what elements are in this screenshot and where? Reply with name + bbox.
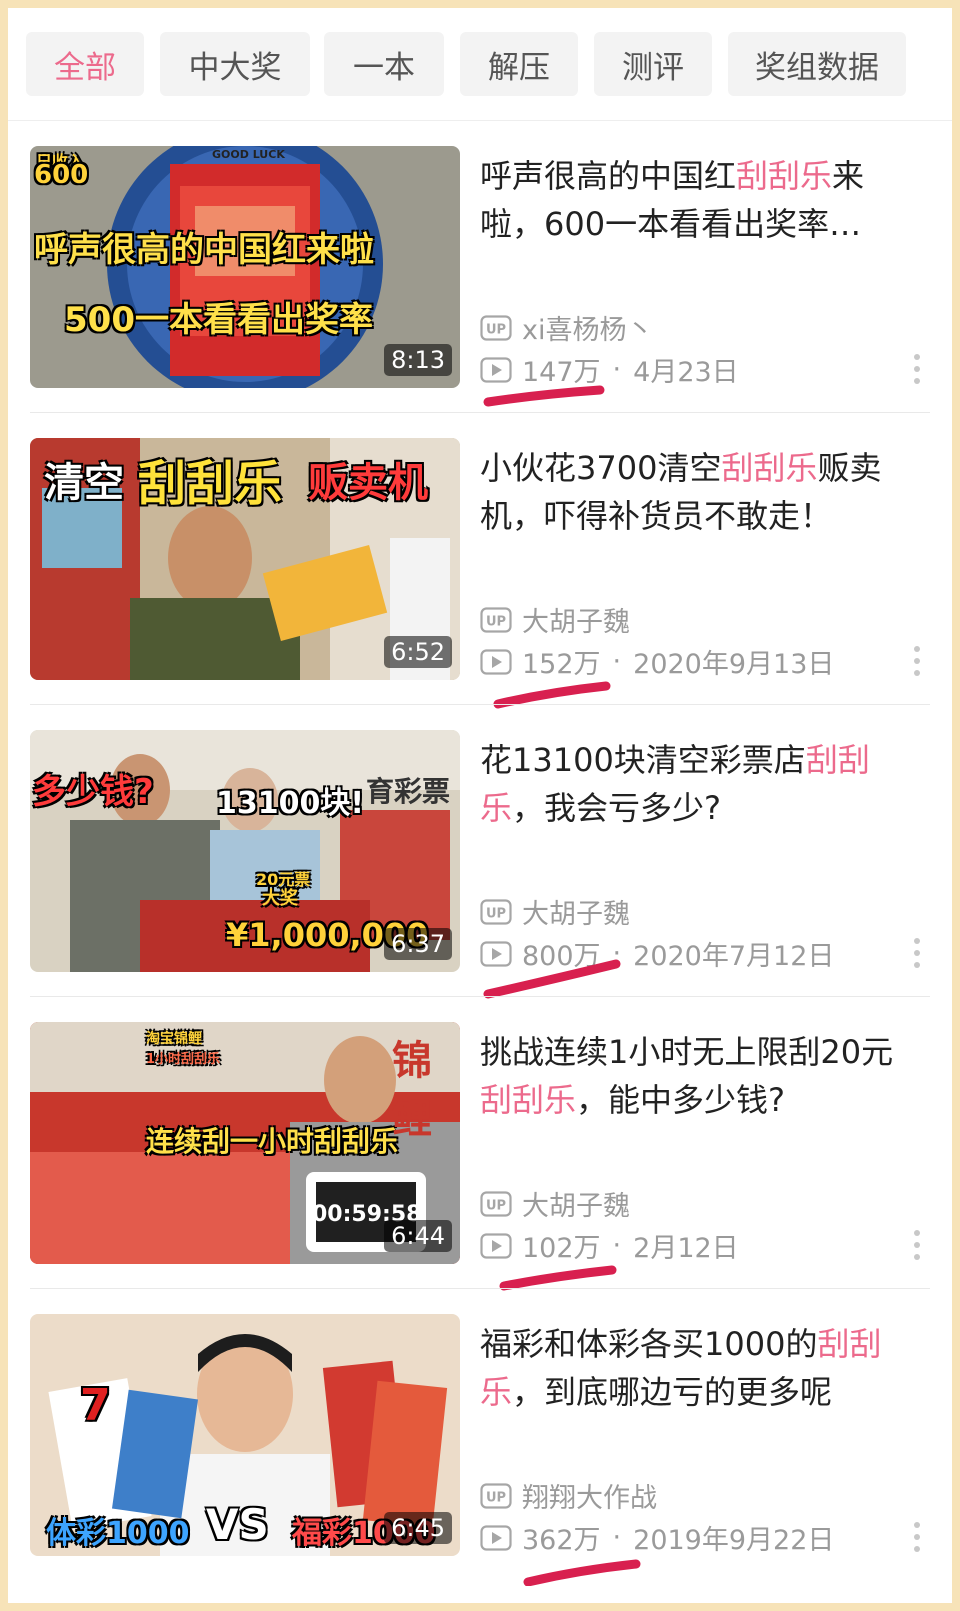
publish-date: 4月23日 <box>633 357 739 388</box>
video-title[interactable]: 福彩和体彩各买1000的刮刮乐，到底哪边亏的更多呢 <box>480 1320 920 1416</box>
thumb-caption: 体彩1000 <box>46 1516 190 1551</box>
svg-text:UP: UP <box>486 322 506 337</box>
category-tabs: 全部 中大奖 一本 解压 测评 奖组数据 <box>8 8 952 121</box>
play-count-icon <box>480 356 512 383</box>
thumb-caption: 大奖 <box>262 888 298 909</box>
video-item[interactable]: 7 体彩1000 VS 福彩1000 6:45 福彩和体彩各买1000的刮刮乐，… <box>8 1288 952 1603</box>
uploader-name[interactable]: xi喜杨杨丶 <box>522 308 653 347</box>
view-count: 152万 <box>522 649 601 680</box>
tab-review[interactable]: 测评 <box>594 32 712 96</box>
uploader-name[interactable]: 大胡子魏 <box>522 600 630 639</box>
thumb-caption: GOOD LUCK <box>212 148 285 161</box>
divider <box>30 704 930 705</box>
up-badge-icon: UP <box>480 606 512 633</box>
video-title[interactable]: 小伙花3700清空刮刮乐贩卖机，吓得补货员不敢走！ <box>480 444 920 540</box>
uploader-name[interactable]: 大胡子魏 <box>522 892 630 931</box>
publish-date: 2019年9月22日 <box>633 1525 835 1556</box>
hand-drawn-underline <box>483 385 605 407</box>
search-results-panel: 全部 中大奖 一本 解压 测评 奖组数据 日收入 600 GOOD LUCK 呼… <box>8 8 952 1603</box>
video-thumbnail[interactable]: 日收入 600 GOOD LUCK 呼声很高的中国红来啦 500一本看看出奖率 … <box>30 146 460 388</box>
tab-big-prize[interactable]: 中大奖 <box>160 32 310 96</box>
video-duration: 6:44 <box>384 1220 452 1252</box>
more-vertical-icon[interactable] <box>914 1230 920 1260</box>
video-thumbnail[interactable]: 淘宝锦鲤 1小时刮刮乐 连续刮一小时刮刮乐 锦鲤 00:59:58 6:44 <box>30 1022 460 1264</box>
thumb-caption: 1小时刮刮乐 <box>146 1052 221 1067</box>
video-duration: 6:45 <box>384 1512 452 1544</box>
thumb-caption: 贩卖机 <box>308 460 428 506</box>
video-title[interactable]: 花13100块清空彩票店刮刮乐，我会亏多少? <box>480 736 920 832</box>
thumb-caption: 清空 <box>44 460 124 506</box>
video-thumbnail[interactable]: 7 体彩1000 VS 福彩1000 6:45 <box>30 1314 460 1556</box>
video-item[interactable]: 淘宝锦鲤 1小时刮刮乐 连续刮一小时刮刮乐 锦鲤 00:59:58 6:44 挑… <box>8 996 952 1296</box>
uploader-row[interactable]: UP xi喜杨杨丶 <box>480 308 653 347</box>
play-count-icon <box>480 648 512 675</box>
divider <box>30 996 930 997</box>
thumb-caption: 多少钱? <box>32 772 154 812</box>
keyword-highlight: 刮刮乐 <box>736 157 833 195</box>
uploader-row[interactable]: UP 翔翔大作战 <box>480 1476 657 1515</box>
keyword-highlight: 刮刮乐 <box>480 1081 577 1119</box>
svg-text:UP: UP <box>486 906 506 921</box>
separator-dot: · <box>612 646 622 677</box>
view-count: 362万 <box>522 1525 601 1556</box>
tab-all[interactable]: 全部 <box>26 32 144 96</box>
uploader-name[interactable]: 大胡子魏 <box>522 1184 630 1223</box>
video-thumbnail[interactable]: 清空 刮刮乐 贩卖机 6:52 <box>30 438 460 680</box>
thumb-caption: 连续刮一小时刮刮乐 <box>146 1125 399 1158</box>
thumb-caption: 淘宝锦鲤 <box>146 1031 202 1047</box>
video-title[interactable]: 挑战连续1小时无上限刮20元刮刮乐，能中多少钱? <box>480 1028 920 1124</box>
stats-row: 152万 · 2020年9月13日 <box>480 642 834 681</box>
svg-text:UP: UP <box>486 1490 506 1505</box>
publish-date: 2月12日 <box>633 1233 739 1264</box>
video-duration: 6:37 <box>384 928 452 960</box>
svg-text:UP: UP <box>486 614 506 629</box>
video-duration: 8:13 <box>384 344 452 376</box>
thumb-caption: 13100块! <box>216 786 365 821</box>
thumb-caption: 500一本看看出奖率 <box>64 300 373 340</box>
more-vertical-icon[interactable] <box>914 354 920 384</box>
separator-dot: · <box>612 354 622 385</box>
publish-date: 2020年9月13日 <box>633 649 835 680</box>
video-item[interactable]: 清空 刮刮乐 贩卖机 6:52 小伙花3700清空刮刮乐贩卖机，吓得补货员不敢走… <box>8 412 952 712</box>
thumb-caption: VS <box>206 1500 269 1549</box>
divider <box>30 412 930 413</box>
play-count-icon <box>480 1524 512 1551</box>
thumb-caption: 锦鲤 <box>392 1038 432 1142</box>
up-badge-icon: UP <box>480 314 512 341</box>
more-vertical-icon[interactable] <box>914 938 920 968</box>
tab-prize-data[interactable]: 奖组数据 <box>728 32 906 96</box>
thumb-caption: 呼声很高的中国红来啦 <box>34 230 374 270</box>
thumb-caption: 7 <box>80 1380 111 1431</box>
more-vertical-icon[interactable] <box>914 1522 920 1552</box>
up-badge-icon: UP <box>480 1190 512 1217</box>
hand-drawn-underline <box>523 1559 641 1586</box>
separator-dot: · <box>612 1522 622 1553</box>
video-item[interactable]: 多少钱? 13100块! 育彩票 20元票 大奖 ¥1,000,000 6:37… <box>8 704 952 1004</box>
video-title[interactable]: 呼声很高的中国红刮刮乐来啦，600一本看看出奖率… <box>480 152 920 248</box>
stats-row: 362万 · 2019年9月22日 <box>480 1518 834 1557</box>
keyword-highlight: 刮刮乐 <box>721 449 818 487</box>
uploader-name[interactable]: 翔翔大作战 <box>522 1476 657 1515</box>
thumb-caption: 育彩票 <box>366 775 451 808</box>
video-item[interactable]: 日收入 600 GOOD LUCK 呼声很高的中国红来啦 500一本看看出奖率 … <box>8 120 952 420</box>
video-thumbnail[interactable]: 多少钱? 13100块! 育彩票 20元票 大奖 ¥1,000,000 6:37 <box>30 730 460 972</box>
tab-one-book[interactable]: 一本 <box>324 32 444 96</box>
thumb-caption: 刮刮乐 <box>138 456 283 512</box>
play-count-icon <box>480 1232 512 1259</box>
separator-dot: · <box>612 1230 622 1261</box>
up-badge-icon: UP <box>480 898 512 925</box>
video-duration: 6:52 <box>384 636 452 668</box>
more-vertical-icon[interactable] <box>914 646 920 676</box>
divider <box>30 1288 930 1289</box>
publish-date: 2020年7月12日 <box>633 941 835 972</box>
tab-decompress[interactable]: 解压 <box>460 32 578 96</box>
up-badge-icon: UP <box>480 1482 512 1509</box>
uploader-row[interactable]: UP 大胡子魏 <box>480 892 630 931</box>
thumb-caption: 600 <box>34 160 89 190</box>
uploader-row[interactable]: UP 大胡子魏 <box>480 600 630 639</box>
svg-text:UP: UP <box>486 1198 506 1213</box>
uploader-row[interactable]: UP 大胡子魏 <box>480 1184 630 1223</box>
